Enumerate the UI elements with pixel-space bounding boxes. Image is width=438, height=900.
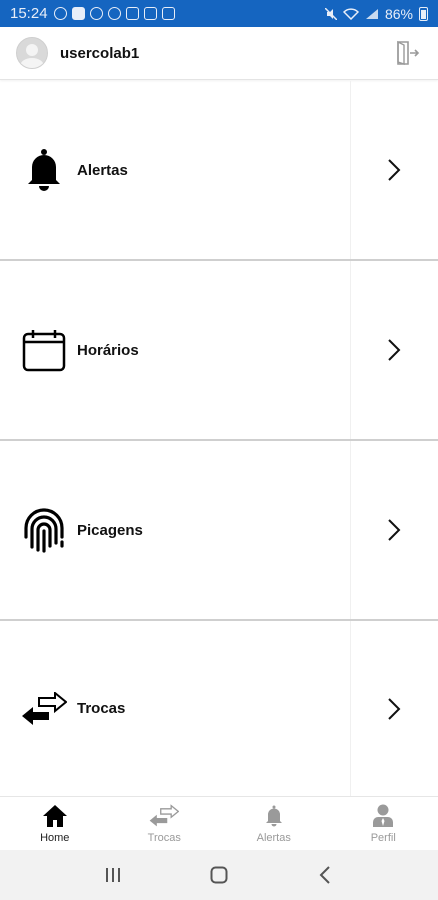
column-divider xyxy=(350,621,351,796)
menu-item-label: Alertas xyxy=(77,161,128,179)
logout-icon xyxy=(397,40,420,65)
app-header: usercolab1 xyxy=(0,27,438,80)
battery-percent: 86% xyxy=(384,5,413,22)
notification-icon xyxy=(125,7,139,20)
swap-arrows-icon xyxy=(149,803,180,829)
system-nav-bar xyxy=(0,850,438,900)
nav-label: Perfil xyxy=(370,832,396,844)
chevron-right-icon xyxy=(388,159,401,181)
back-icon xyxy=(319,866,330,884)
system-status: 86% xyxy=(324,5,428,22)
column-divider xyxy=(350,261,351,439)
signal-icon xyxy=(365,8,378,19)
nav-alertas[interactable]: Alertas xyxy=(219,797,329,850)
app-notification-icon xyxy=(71,7,85,20)
chevron-right-icon xyxy=(388,519,401,541)
column-divider xyxy=(350,441,351,619)
notification-icon xyxy=(89,7,103,20)
wifi-icon xyxy=(342,7,359,20)
notification-icon xyxy=(161,7,175,20)
nav-home[interactable]: Home xyxy=(0,797,110,850)
menu-item-alertas[interactable]: Alertas xyxy=(0,81,438,261)
menu-item-label: Trocas xyxy=(77,700,126,717)
logout-button[interactable] xyxy=(392,38,422,68)
menu-item-trocas[interactable]: Trocas xyxy=(0,621,438,796)
recent-apps-icon xyxy=(106,868,120,882)
avatar[interactable] xyxy=(16,37,48,69)
recent-apps-button[interactable] xyxy=(93,855,133,895)
status-bar: 15:24 86% xyxy=(0,0,438,27)
bottom-nav: Home Trocas Alertas Perfil xyxy=(0,796,438,850)
nav-label: Alertas xyxy=(256,832,291,844)
nav-trocas[interactable]: Trocas xyxy=(110,797,220,850)
menu-item-horarios[interactable]: Horários xyxy=(0,261,438,441)
mute-icon xyxy=(324,7,337,20)
notification-icons xyxy=(53,7,175,20)
back-button[interactable] xyxy=(305,855,345,895)
nav-label: Trocas xyxy=(147,832,181,844)
image-icon xyxy=(143,7,157,20)
nav-label: Home xyxy=(40,832,70,844)
main-menu: Alertas Horários Picagens Trocas xyxy=(0,81,438,796)
column-divider xyxy=(350,81,351,259)
battery-icon xyxy=(419,6,428,21)
menu-item-label: Picagens xyxy=(77,521,143,539)
status-time: 15:24 xyxy=(10,5,48,22)
fingerprint-icon xyxy=(21,507,67,553)
username: usercolab1 xyxy=(60,44,140,62)
menu-item-picagens[interactable]: Picagens xyxy=(0,441,438,621)
user-icon xyxy=(368,803,398,829)
home-square-icon xyxy=(210,866,228,884)
chevron-right-icon xyxy=(388,339,401,361)
notification-icon xyxy=(53,7,67,20)
swap-arrows-icon xyxy=(21,686,67,732)
nav-perfil[interactable]: Perfil xyxy=(329,797,438,850)
notification-icon xyxy=(107,7,121,20)
bell-icon xyxy=(21,147,67,193)
chevron-right-icon xyxy=(388,697,401,720)
home-button[interactable] xyxy=(199,855,239,895)
calendar-icon xyxy=(21,327,67,373)
bell-icon xyxy=(259,803,289,829)
menu-item-label: Horários xyxy=(77,341,139,359)
home-icon xyxy=(40,803,70,829)
